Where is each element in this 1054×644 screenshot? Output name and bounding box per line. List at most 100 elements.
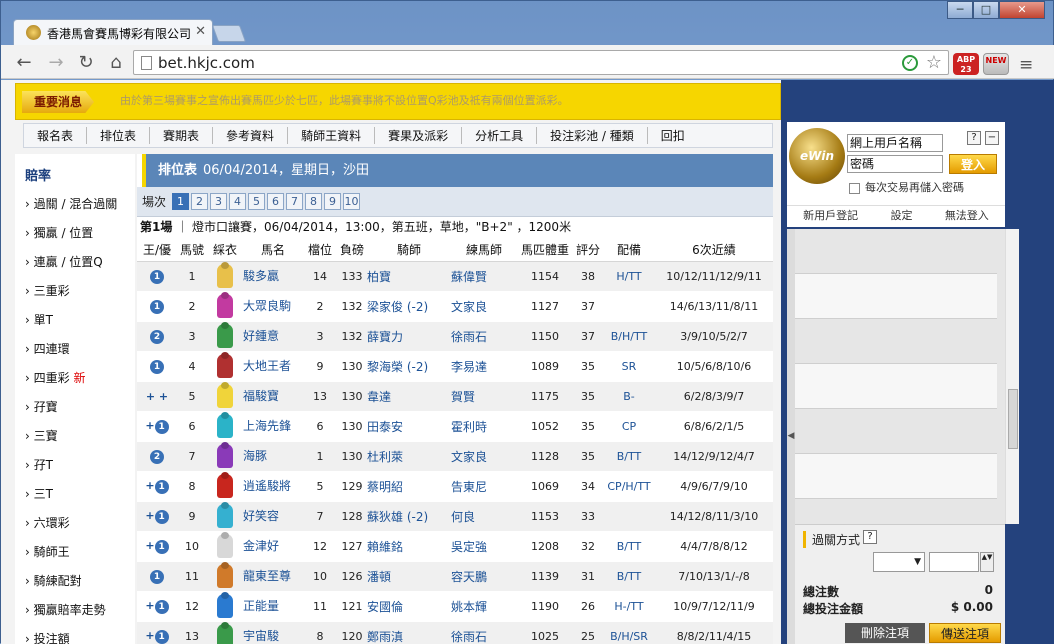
pick-circle-icon[interactable]: 1 bbox=[154, 509, 169, 524]
nav-results[interactable]: 賽果及派彩 bbox=[375, 127, 463, 144]
jockey-name[interactable]: 蘇狄雄 (-2) bbox=[367, 501, 451, 532]
jockey-name[interactable]: 柏寶 bbox=[367, 261, 451, 292]
pick-cell[interactable]: 1 bbox=[137, 351, 177, 382]
back-arrow-icon[interactable]: ← bbox=[13, 52, 35, 73]
jockey-name[interactable]: 梁家俊 (-2) bbox=[367, 291, 451, 322]
pick-cell[interactable]: +1 bbox=[137, 411, 177, 442]
horse-name[interactable]: 海豚 bbox=[243, 441, 303, 472]
close-window-button[interactable]: ✕ bbox=[999, 1, 1045, 19]
jockey-name[interactable]: 田泰安 bbox=[367, 411, 451, 442]
sidebar-item[interactable]: › 連贏 / 位置Q bbox=[15, 248, 135, 277]
sidebar-item[interactable]: › 單T bbox=[15, 306, 135, 335]
pick-circle-icon[interactable]: 2 bbox=[150, 449, 164, 464]
login-button[interactable]: 登入 bbox=[949, 154, 997, 174]
password-input[interactable]: 密碼 bbox=[847, 155, 943, 173]
username-input[interactable]: 網上用戶名稱 bbox=[847, 134, 943, 152]
help-icon[interactable]: ? bbox=[863, 530, 877, 544]
trainer-name[interactable]: 容天鵬 bbox=[451, 561, 517, 592]
pick-prefix[interactable]: + bbox=[145, 419, 154, 432]
pick-circle-icon[interactable]: 1 bbox=[150, 269, 164, 284]
sidebar-item[interactable]: › 六環彩 bbox=[15, 509, 135, 538]
scrollbar[interactable] bbox=[1005, 229, 1019, 524]
nav-racecard[interactable]: 排位表 bbox=[87, 127, 151, 144]
race-button[interactable]: 2 bbox=[191, 193, 209, 210]
horse-name[interactable]: 上海先鋒 bbox=[243, 411, 303, 442]
pick-circle-icon[interactable]: 2 bbox=[150, 329, 164, 344]
pick-circle-icon[interactable]: 1 bbox=[150, 569, 164, 584]
minimize-icon[interactable]: − bbox=[985, 131, 999, 145]
sidebar-item[interactable]: › 獨贏賠率走勢 bbox=[15, 596, 135, 625]
trainer-name[interactable]: 賀賢 bbox=[451, 381, 517, 412]
pick-cell[interactable]: +1 bbox=[137, 501, 177, 532]
race-button[interactable]: 6 bbox=[267, 193, 285, 210]
jockey-name[interactable]: 賴維銘 bbox=[367, 531, 451, 562]
horse-name[interactable]: 逍遙駿將 bbox=[243, 471, 303, 502]
sidebar-item[interactable]: › 三寶 bbox=[15, 422, 135, 451]
browser-tab[interactable]: 香港馬會賽馬博彩有限公司 ✕ bbox=[13, 19, 213, 45]
pick-cell[interactable]: 1 bbox=[137, 561, 177, 592]
close-tab-icon[interactable]: ✕ bbox=[195, 24, 206, 39]
table-row[interactable]: 1 1 駿多贏 14 133 柏寶 蘇偉賢 1154 38 H/TT 10/12/11/12/9/1… bbox=[137, 261, 773, 292]
race-button[interactable]: 8 bbox=[305, 193, 323, 210]
verified-check-icon[interactable]: ✓ bbox=[902, 55, 918, 71]
table-row[interactable]: +1 10 金津好 12 127 賴維銘 吳定強 1208 32 B/TT 4/4/7/8/8/12 bbox=[137, 531, 773, 562]
trainer-name[interactable]: 吳定強 bbox=[451, 531, 517, 562]
pick-prefix[interactable]: + bbox=[145, 629, 154, 642]
collapse-arrow-icon[interactable]: ◀ bbox=[787, 229, 795, 644]
race-button[interactable]: 5 bbox=[248, 193, 266, 210]
trainer-name[interactable]: 何良 bbox=[451, 501, 517, 532]
table-row[interactable]: 1 11 龍東至尊 10 126 潘頓 容天鵬 1139 31 B/TT 7/10/13/1/-/8 bbox=[137, 561, 773, 592]
settings-link[interactable]: 設定 bbox=[890, 206, 912, 225]
trainer-name[interactable]: 徐雨石 bbox=[451, 321, 517, 352]
sidebar-item[interactable]: › 騎師王 bbox=[15, 538, 135, 567]
pick-cell[interactable]: 1 bbox=[137, 291, 177, 322]
pick-prefix[interactable]: + bbox=[145, 479, 154, 492]
pick-circle-icon[interactable]: 1 bbox=[154, 539, 169, 554]
jockey-name[interactable]: 安國倫 bbox=[367, 591, 451, 622]
trainer-name[interactable]: 李易達 bbox=[451, 351, 517, 382]
nav-jockey-challenge[interactable]: 騎師王資料 bbox=[288, 127, 376, 144]
sidebar-item[interactable]: › 四連環 bbox=[15, 335, 135, 364]
help-icon[interactable]: ? bbox=[967, 131, 981, 145]
race-button[interactable]: 10 bbox=[343, 193, 361, 210]
reload-icon[interactable]: ↻ bbox=[75, 52, 97, 73]
pick-prefix[interactable]: + bbox=[145, 599, 154, 612]
race-button[interactable]: 4 bbox=[229, 193, 247, 210]
horse-name[interactable]: 大地王者 bbox=[243, 351, 303, 382]
trainer-name[interactable]: 蘇偉賢 bbox=[451, 261, 517, 292]
sidebar-item[interactable]: › 獨贏 / 位置 bbox=[15, 219, 135, 248]
jockey-name[interactable]: 鄭雨滇 bbox=[367, 621, 451, 644]
pick-circle-icon[interactable]: 1 bbox=[150, 299, 164, 314]
jockey-name[interactable]: 韋達 bbox=[367, 381, 451, 412]
minimize-button[interactable]: ─ bbox=[947, 1, 973, 19]
amount-spinner[interactable]: ▲▼ bbox=[980, 552, 994, 572]
nav-pools[interactable]: 投注彩池 / 種類 bbox=[537, 127, 648, 144]
sidebar-item[interactable]: › 孖寶 bbox=[15, 393, 135, 422]
trainer-name[interactable]: 告東尼 bbox=[451, 471, 517, 502]
sidebar-item[interactable]: › 投注額 bbox=[15, 625, 135, 644]
jockey-name[interactable]: 薛寶力 bbox=[367, 321, 451, 352]
horse-name[interactable]: 駿多贏 bbox=[243, 261, 303, 292]
jockey-name[interactable]: 蔡明紹 bbox=[367, 471, 451, 502]
race-button[interactable]: 9 bbox=[324, 193, 342, 210]
race-button[interactable]: 7 bbox=[286, 193, 304, 210]
table-row[interactable]: +1 13 宇宙駿 8 120 鄭雨滇 徐雨石 1025 25 B/H/SR 8/8/2/11/4/… bbox=[137, 621, 773, 644]
bookmark-star-icon[interactable]: ☆ bbox=[926, 52, 942, 73]
horse-name[interactable]: 好鍾意 bbox=[243, 321, 303, 352]
horse-name[interactable]: 福駿寶 bbox=[243, 381, 303, 412]
pick-cell[interactable]: +1 bbox=[137, 621, 177, 644]
horse-name[interactable]: 龍東至尊 bbox=[243, 561, 303, 592]
forward-arrow-icon[interactable]: → bbox=[45, 52, 67, 73]
pick-circle-icon[interactable]: 1 bbox=[154, 629, 169, 644]
save-password-checkbox[interactable]: 每次交易再儲入密碼 bbox=[849, 179, 964, 195]
horse-name[interactable]: 大眾良駒 bbox=[243, 291, 303, 322]
jockey-name[interactable]: 黎海榮 (-2) bbox=[367, 351, 451, 382]
pick-circle-icon[interactable]: 1 bbox=[154, 419, 169, 434]
allup-select[interactable]: ▼ bbox=[873, 552, 925, 572]
menu-icon[interactable]: ≡ bbox=[1019, 55, 1033, 75]
trainer-name[interactable]: 文家良 bbox=[451, 291, 517, 322]
nav-analysis[interactable]: 分析工具 bbox=[462, 127, 538, 144]
new-tab-button[interactable] bbox=[211, 25, 247, 42]
nav-entries[interactable]: 報名表 bbox=[24, 127, 88, 144]
pick-prefix[interactable]: + bbox=[145, 539, 154, 552]
